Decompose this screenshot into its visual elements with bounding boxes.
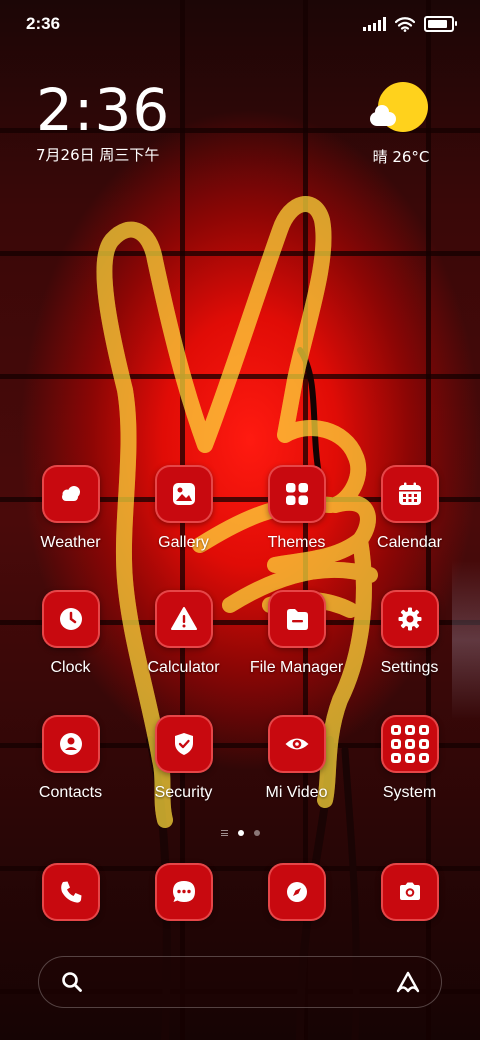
search-icon xyxy=(62,972,82,992)
messages-icon xyxy=(154,863,213,921)
app-label: Calculator xyxy=(147,659,220,676)
status-icons xyxy=(363,16,457,32)
app-mi-video[interactable]: Mi Video xyxy=(240,715,353,802)
status-bar: 2:36 xyxy=(0,0,480,50)
weather-icon xyxy=(41,465,100,523)
battery-icon xyxy=(424,16,457,32)
status-time: 2:36 xyxy=(26,14,61,33)
page-dot xyxy=(253,830,260,836)
calculator-icon xyxy=(154,590,213,648)
dock-camera[interactable] xyxy=(353,863,466,921)
wifi-icon xyxy=(395,16,415,32)
signal-icon xyxy=(363,17,386,31)
contacts-icon xyxy=(41,715,100,773)
gallery-icon xyxy=(154,465,213,523)
weather-widget[interactable]: 晴 26°C xyxy=(358,82,444,167)
dock-browser[interactable] xyxy=(240,863,353,921)
app-label: Clock xyxy=(50,659,91,676)
clock-icon xyxy=(41,590,100,648)
app-calendar[interactable]: Calendar xyxy=(353,465,466,552)
page-indicator[interactable] xyxy=(0,830,480,836)
app-contacts[interactable]: Contacts xyxy=(14,715,127,802)
app-label: System xyxy=(382,784,437,801)
app-file-manager[interactable]: File Manager xyxy=(240,590,353,677)
calendar-icon xyxy=(380,465,439,523)
weather-text: 晴 26°C xyxy=(372,148,430,166)
app-label: File Manager xyxy=(249,659,344,676)
app-clock[interactable]: Clock xyxy=(14,590,127,677)
dock-messages[interactable] xyxy=(127,863,240,921)
themes-icon xyxy=(267,465,326,523)
app-label: Weather xyxy=(40,534,101,551)
dock-phone[interactable] xyxy=(14,863,127,921)
browser-icon xyxy=(267,863,326,921)
clock-widget[interactable]: 2:36 7月26日 周三下午 xyxy=(36,78,170,165)
page-dot-active xyxy=(237,830,244,836)
app-gallery[interactable]: Gallery xyxy=(127,465,240,552)
file-manager-icon xyxy=(267,590,326,648)
app-security[interactable]: Security xyxy=(127,715,240,802)
system-folder-icon xyxy=(380,715,439,773)
security-icon xyxy=(154,715,213,773)
app-label: Settings xyxy=(380,659,439,676)
partly-sunny-icon xyxy=(370,82,430,134)
camera-icon xyxy=(380,863,439,921)
app-calculator[interactable]: Calculator xyxy=(127,590,240,677)
app-settings[interactable]: Settings xyxy=(353,590,466,677)
settings-icon xyxy=(380,590,439,648)
app-themes[interactable]: Themes xyxy=(240,465,353,552)
app-label: Mi Video xyxy=(265,784,328,801)
assistant-icon[interactable] xyxy=(395,970,421,994)
app-label: Themes xyxy=(267,534,326,551)
phone-icon xyxy=(41,863,100,921)
app-label: Security xyxy=(154,784,213,801)
app-system-folder[interactable]: System xyxy=(353,715,466,802)
feed-indicator-icon xyxy=(220,830,228,836)
widget-date: 7月26日 周三下午 xyxy=(36,146,160,164)
widget-time: 2:36 xyxy=(36,76,171,144)
search-bar[interactable] xyxy=(38,956,442,1008)
app-label: Gallery xyxy=(158,534,209,551)
app-label: Calendar xyxy=(377,534,442,551)
app-weather[interactable]: Weather xyxy=(14,465,127,552)
mi-video-icon xyxy=(267,715,326,773)
battery-level xyxy=(428,20,447,28)
app-label: Contacts xyxy=(38,784,103,801)
